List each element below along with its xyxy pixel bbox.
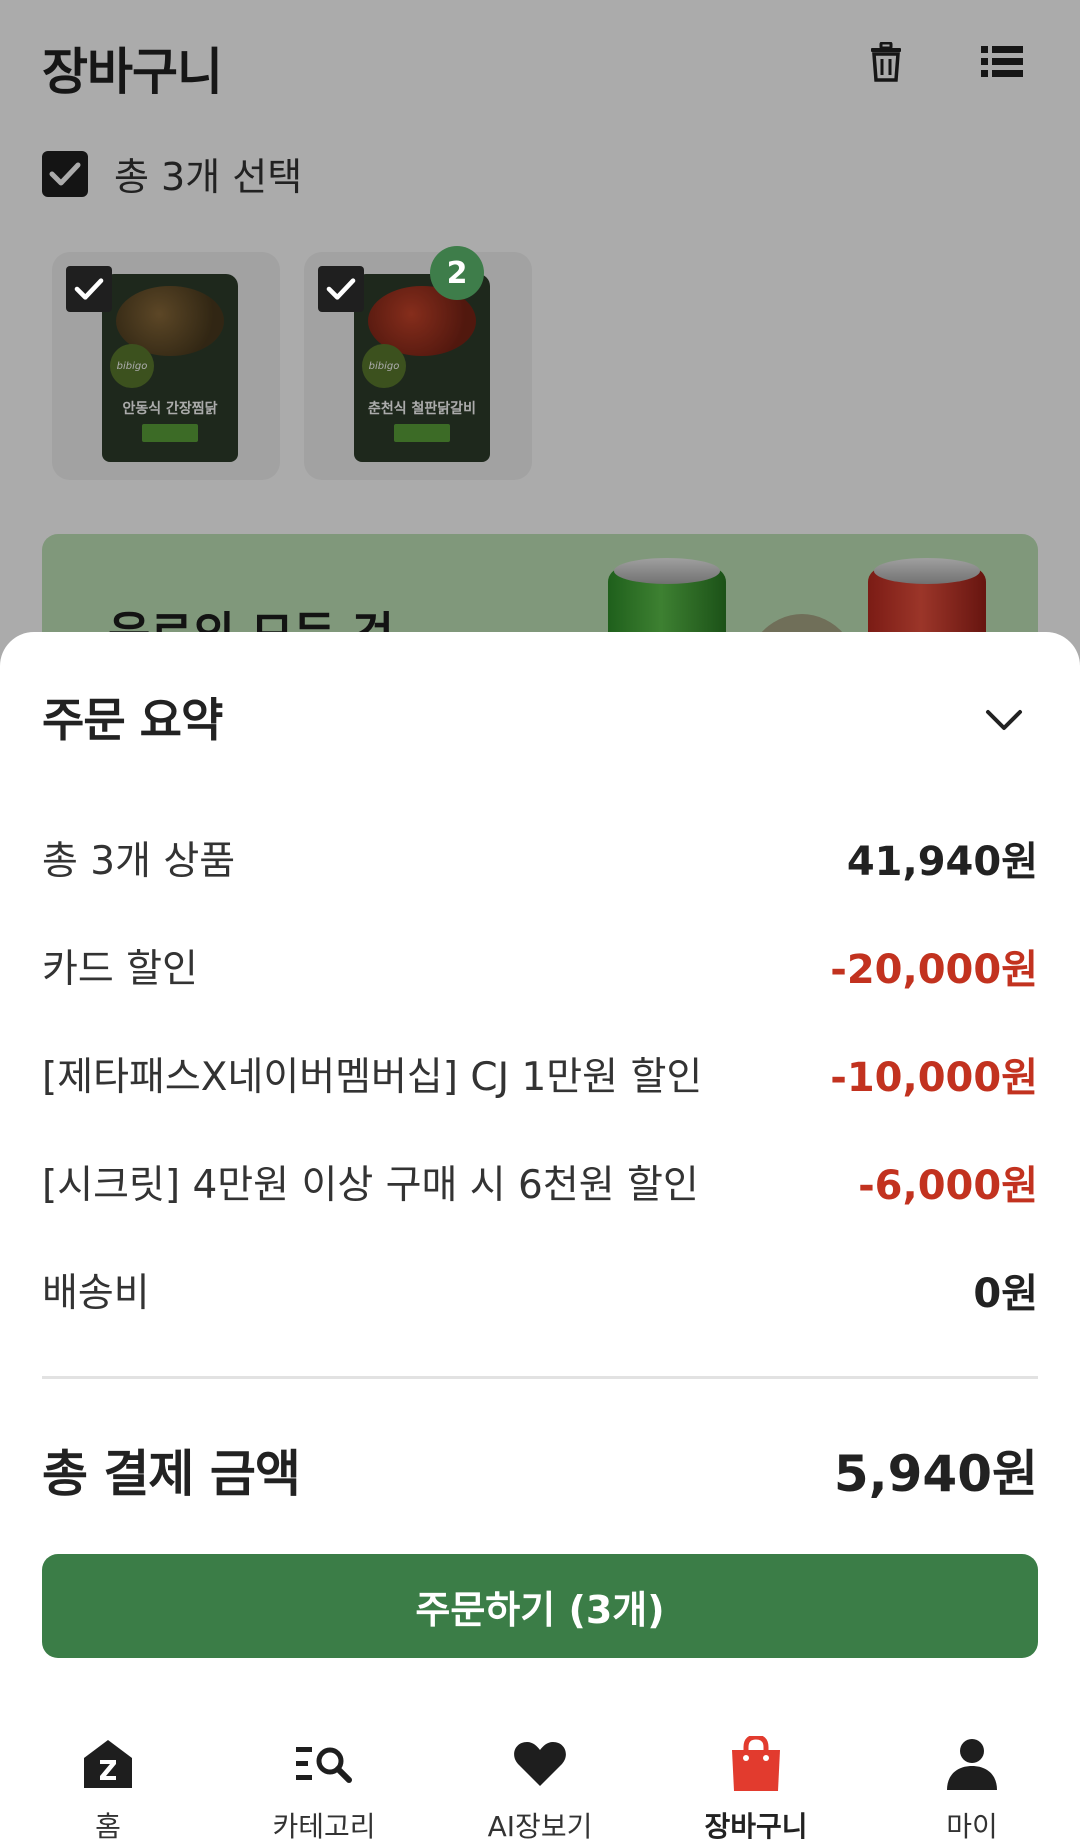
total-value: 5,940원 (833, 1445, 1038, 1503)
nav-label: 장바구니 (704, 1810, 808, 1843)
row-value: -10,000원 (830, 1055, 1038, 1101)
row-label: 배송비 (42, 1271, 150, 1316)
row-value: -6,000원 (858, 1163, 1038, 1209)
sheet-title: 주문 요약 (42, 693, 223, 747)
item-checkbox[interactable] (318, 266, 364, 312)
check-icon (326, 278, 356, 300)
summary-row-card-discount: 카드 할인 -20,000원 (42, 912, 1038, 1020)
row-value: 0원 (973, 1271, 1038, 1317)
order-button-label: 주문하기 (3개) (415, 1587, 665, 1632)
nav-item-my[interactable]: 마이 (864, 1715, 1080, 1847)
person-icon (942, 1735, 1002, 1793)
shopping-bag-icon (726, 1735, 786, 1793)
item-checkbox[interactable] (66, 266, 112, 312)
nav-label: 홈 (95, 1810, 121, 1843)
total-row: 총 결제 금액 5,940원 (42, 1432, 1038, 1508)
order-summary-sheet: 주문 요약 총 3개 상품 41,940원 카드 할인 -20,000원 [제타… (0, 632, 1080, 1847)
category-search-icon (294, 1735, 354, 1793)
nav-label: 카테고리 (272, 1810, 376, 1843)
quantity-badge: 2 (430, 246, 484, 300)
divider (42, 1376, 1038, 1379)
nav-label: 마이 (946, 1810, 998, 1843)
row-label: 총 3개 상품 (42, 839, 236, 884)
bottom-nav: 홈 카테고리 AI장보기 장바구니 마이 (0, 1715, 1080, 1847)
summary-row-shipping: 배송비 0원 (42, 1236, 1038, 1344)
total-label: 총 결제 금액 (42, 1445, 301, 1503)
row-value: -20,000원 (830, 947, 1038, 993)
home-icon (78, 1735, 138, 1793)
summary-rows: 총 3개 상품 41,940원 카드 할인 -20,000원 [제타패스X네이버… (42, 804, 1038, 1344)
summary-row-secret-discount: [시크릿] 4만원 이상 구매 시 6천원 할인 -6,000원 (42, 1128, 1038, 1236)
collapse-button[interactable] (976, 692, 1032, 748)
heart-icon (510, 1735, 570, 1793)
nav-item-cart[interactable]: 장바구니 (648, 1715, 864, 1847)
check-icon (74, 278, 104, 300)
nav-item-home[interactable]: 홈 (0, 1715, 216, 1847)
summary-row-subtotal: 총 3개 상품 41,940원 (42, 804, 1038, 912)
row-label: [시크릿] 4만원 이상 구매 시 6천원 할인 (42, 1163, 699, 1208)
row-value: 41,940원 (846, 839, 1038, 885)
order-button[interactable]: 주문하기 (3개) (42, 1554, 1038, 1658)
nav-label: AI장보기 (487, 1810, 593, 1843)
row-label: [제타패스X네이버멤버십] CJ 1만원 할인 (42, 1055, 703, 1100)
chevron-down-icon (986, 710, 1022, 730)
row-label: 카드 할인 (42, 947, 198, 992)
nav-item-ai-shopping[interactable]: AI장보기 (432, 1715, 648, 1847)
summary-row-membership-discount: [제타패스X네이버멤버십] CJ 1만원 할인 -10,000원 (42, 1020, 1038, 1128)
nav-item-category[interactable]: 카테고리 (216, 1715, 432, 1847)
